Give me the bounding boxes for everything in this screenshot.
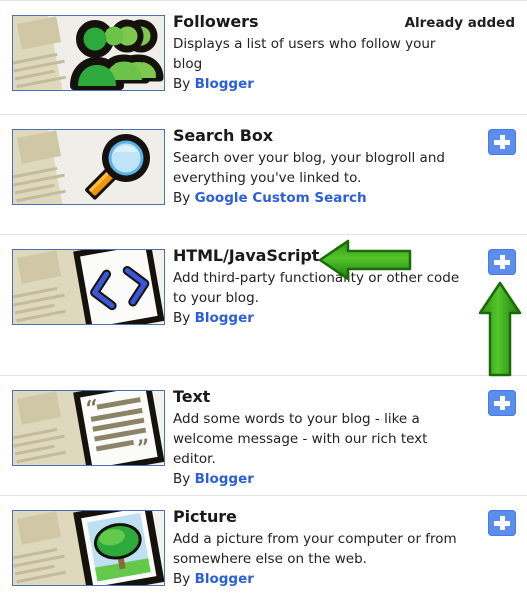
quoted-text-icon: “ ”: [73, 391, 164, 465]
code-brackets-icon: [73, 250, 164, 324]
gadget-text-text: Text Add some words to your blog - like …: [173, 387, 527, 489]
gadget-text-html-javascript: HTML/JavaScript Add third-party function…: [173, 246, 527, 328]
gadget-thumbnail-text: “ ”: [12, 390, 165, 466]
by-prefix: By: [173, 571, 191, 587]
gadget-row-picture[interactable]: Picture Add a picture from your computer…: [0, 495, 527, 615]
gadget-description: Add some words to your blog - like a wel…: [173, 411, 428, 467]
gadget-list: Followers Displays a list of users who f…: [0, 0, 527, 615]
gadget-author-link[interactable]: Blogger: [195, 571, 254, 587]
gadget-author-line: By Blogger: [173, 74, 467, 94]
gadget-title: Picture: [173, 507, 237, 526]
add-gadget-button[interactable]: [488, 249, 516, 275]
gadget-title: Search Box: [173, 126, 274, 145]
by-prefix: By: [173, 190, 191, 206]
add-gadget-button[interactable]: [488, 510, 516, 536]
gadget-author-link[interactable]: Blogger: [195, 310, 254, 326]
gadget-description: Add third-party functionality or other c…: [173, 270, 460, 306]
gadget-title: HTML/JavaScript: [173, 246, 320, 265]
gadget-author-line: By Blogger: [173, 469, 467, 489]
followers-people-icon: [70, 19, 164, 90]
gadget-author-link[interactable]: Google Custom Search: [195, 190, 367, 206]
picture-tree-icon: [73, 511, 164, 585]
gadget-thumbnail-picture: [12, 510, 165, 586]
gadget-text-picture: Picture Add a picture from your computer…: [173, 507, 527, 589]
magnifier-icon: [85, 134, 150, 200]
add-gadget-button[interactable]: [488, 390, 516, 416]
gadget-thumbnail-html-javascript: [12, 249, 165, 325]
gadget-row-followers[interactable]: Followers Displays a list of users who f…: [0, 0, 527, 114]
gadget-row-search-box[interactable]: Search Box Search over your blog, your b…: [0, 114, 527, 234]
status-badge-already-added: Already added: [404, 15, 515, 31]
gadget-row-text[interactable]: “ ” Text Add some words to your blog - l…: [0, 375, 527, 495]
gadget-author-link[interactable]: Blogger: [195, 76, 254, 92]
add-gadget-button[interactable]: [488, 129, 516, 155]
gadget-description: Add a picture from your computer or from…: [173, 531, 457, 567]
gadget-author-line: By Blogger: [173, 308, 467, 328]
gadget-title: Text: [173, 387, 211, 406]
gadget-text-search-box: Search Box Search over your blog, your b…: [173, 126, 527, 208]
by-prefix: By: [173, 310, 191, 326]
gadget-author-line: By Google Custom Search: [173, 188, 467, 208]
gadget-thumbnail-search-box: [12, 129, 165, 205]
gadget-row-html-javascript[interactable]: HTML/JavaScript Add third-party function…: [0, 234, 527, 375]
gadget-description: Displays a list of users who follow your…: [173, 36, 436, 72]
by-prefix: By: [173, 471, 191, 487]
gadget-description: Search over your blog, your blogroll and…: [173, 150, 445, 186]
gadget-author-link[interactable]: Blogger: [195, 471, 254, 487]
gadget-thumbnail-followers: [12, 15, 165, 91]
gadget-author-line: By Blogger: [173, 569, 467, 589]
by-prefix: By: [173, 76, 191, 92]
